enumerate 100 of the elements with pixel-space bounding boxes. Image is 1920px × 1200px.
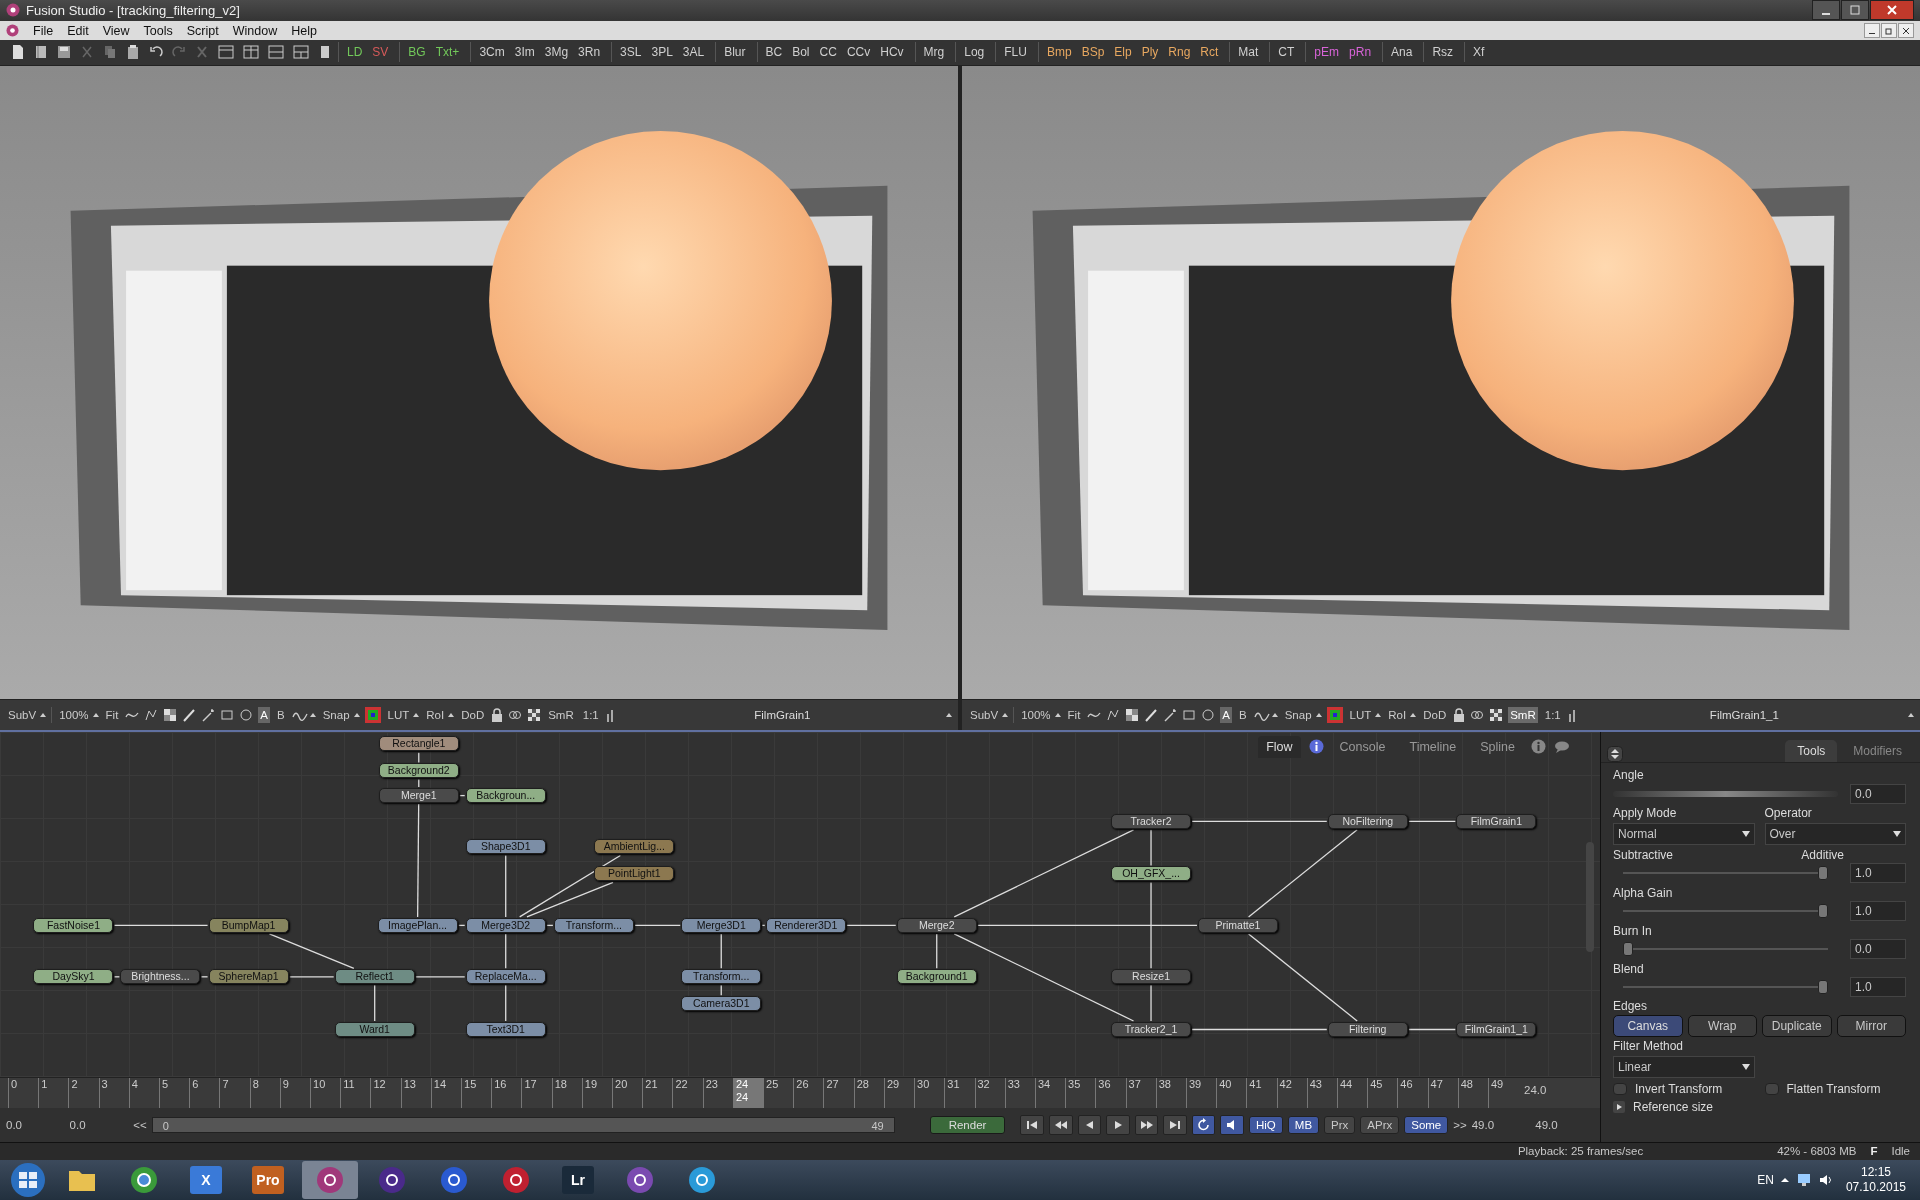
color-channels-icon[interactable] [1326, 706, 1343, 723]
quad-view-layout-icon[interactable] [293, 44, 309, 61]
tool-button[interactable]: CC [815, 42, 841, 63]
flow-node[interactable]: Reflect1 [334, 969, 415, 985]
option-button[interactable]: Mirror [1836, 1014, 1906, 1037]
panel-tab[interactable]: Spline [1472, 735, 1523, 758]
tool-button[interactable]: Rng [1164, 42, 1195, 63]
play-reverse-icon[interactable] [1077, 1114, 1102, 1135]
flow-node[interactable]: SphereMap1 [208, 969, 289, 985]
tool-button[interactable]: HCv [876, 42, 908, 63]
caret-icon[interactable] [92, 711, 99, 718]
smr-button[interactable]: SmR [546, 706, 576, 723]
render-button[interactable]: Render [929, 1115, 1006, 1134]
dod-button[interactable]: DoD [459, 706, 487, 723]
close-button[interactable] [1898, 23, 1914, 38]
flow-node[interactable]: Merge3D2 [465, 917, 546, 933]
slider-thumb[interactable] [1818, 979, 1828, 994]
menu-item[interactable]: Edit [67, 23, 89, 38]
flow-node[interactable]: FilmGrain1 [1456, 813, 1537, 829]
checker-icon[interactable] [1125, 707, 1140, 722]
subview-dropdown[interactable]: SubV [6, 706, 39, 723]
toggle-button[interactable]: Prx [1324, 1115, 1356, 1134]
panel-tab[interactable]: Console [1331, 735, 1394, 758]
flow-node[interactable]: PointLight1 [594, 866, 675, 882]
ellipse-icon[interactable] [1201, 707, 1216, 722]
speaker-icon[interactable] [1817, 1172, 1834, 1188]
step-forward-icon[interactable] [1134, 1114, 1159, 1135]
network-icon[interactable] [1795, 1172, 1812, 1188]
value-field[interactable]: 1.0 [1850, 900, 1906, 921]
menu-item[interactable]: Window [232, 23, 278, 38]
range-slider[interactable]: 0 49 [151, 1116, 895, 1133]
tool-button[interactable]: Elp [1110, 42, 1136, 63]
toggle-button[interactable]: HiQ [1249, 1115, 1283, 1134]
option-button[interactable]: Duplicate [1762, 1014, 1832, 1037]
tool-button[interactable]: Mat [1234, 42, 1263, 63]
buffer-button[interactable]: A [1220, 706, 1232, 723]
menu-item[interactable]: Help [291, 23, 317, 38]
flow-node[interactable]: Filtering [1327, 1021, 1408, 1037]
dropdown[interactable]: Normal [1613, 822, 1755, 845]
checkerboard-icon[interactable] [1489, 707, 1504, 722]
lock-icon[interactable] [491, 707, 504, 722]
menu-item[interactable]: File [33, 23, 54, 38]
flow-node[interactable]: Tracker2_1 [1111, 1021, 1191, 1037]
skip-to-end-icon[interactable] [1163, 1114, 1187, 1135]
render-end-field[interactable]: 49.0 [1471, 1118, 1531, 1131]
step-back-icon[interactable] [1048, 1114, 1073, 1135]
subview-dropdown[interactable]: SubV [968, 706, 1001, 723]
flow-node[interactable]: OH_GFX_... [1111, 866, 1191, 882]
roi-dropdown[interactable]: RoI [424, 706, 447, 723]
checkbox[interactable] [1764, 1082, 1779, 1095]
new-file-icon[interactable] [11, 44, 25, 61]
skip-to-start-icon[interactable] [1020, 1114, 1044, 1135]
toggle-button[interactable]: MB [1287, 1115, 1320, 1134]
taskbar-button[interactable]: X [178, 1161, 234, 1199]
flow-node[interactable]: Rectangle1 [378, 736, 459, 752]
checkerboard-icon[interactable] [527, 707, 542, 722]
global-end-field[interactable]: 49.0 [1535, 1118, 1594, 1131]
checker-icon[interactable] [163, 707, 178, 722]
magic-wand-icon[interactable] [201, 707, 216, 722]
speech-bubble-icon[interactable] [1554, 739, 1570, 754]
zoom-dropdown[interactable]: 100% [1019, 706, 1053, 723]
caret-icon[interactable] [413, 711, 420, 718]
fit-button[interactable]: Fit [1065, 706, 1083, 723]
caret-icon[interactable] [1375, 711, 1382, 718]
flow-node[interactable]: Tracker2 [1111, 813, 1191, 829]
panel-tab[interactable]: Flow [1258, 735, 1301, 758]
open-file-icon[interactable] [34, 44, 48, 61]
tool-button[interactable]: BG [404, 42, 430, 63]
loop-icon[interactable] [1191, 1114, 1216, 1135]
info-icon[interactable] [1308, 739, 1324, 755]
caret-icon[interactable] [1779, 1175, 1790, 1185]
current-time-field[interactable]: 24.0 [1518, 1077, 1600, 1108]
flow-node[interactable]: Background2 [378, 763, 459, 779]
language-indicator[interactable]: EN [1757, 1173, 1774, 1187]
tool-button[interactable]: 3Im [510, 42, 539, 63]
tool-button[interactable]: Rct [1196, 42, 1223, 63]
menu-item[interactable]: Script [186, 23, 219, 38]
maximize-button[interactable] [1841, 0, 1869, 21]
play-icon[interactable] [1106, 1114, 1130, 1135]
dropdown[interactable]: Linear [1613, 1055, 1755, 1078]
buffer-button[interactable]: A [258, 706, 270, 723]
smr-button[interactable]: SmR [1508, 706, 1538, 723]
caret-icon[interactable] [1002, 711, 1009, 718]
flow-node[interactable]: Backgroun... [465, 787, 546, 803]
polyline-icon[interactable] [1106, 707, 1121, 722]
taskbar-button[interactable]: Lr [550, 1161, 606, 1199]
tool-button[interactable]: CCv [842, 42, 875, 63]
forward-button[interactable]: >> [1453, 1118, 1467, 1131]
caret-icon[interactable] [309, 711, 316, 718]
flow-node[interactable]: ReplaceMa... [465, 969, 546, 985]
menu-item[interactable]: View [102, 23, 130, 38]
dropdown[interactable]: Over [1764, 822, 1906, 845]
lut-dropdown[interactable]: LUT [385, 706, 412, 723]
flow-node[interactable]: Merge2 [896, 917, 977, 933]
global-start-field[interactable]: 0.0 [6, 1118, 65, 1131]
thumbwheel[interactable] [1613, 790, 1838, 797]
value-field[interactable]: 1.0 [1850, 862, 1906, 883]
menu-item[interactable]: Tools [143, 23, 173, 38]
paste-icon[interactable] [126, 44, 140, 61]
caret-icon[interactable] [353, 711, 360, 718]
